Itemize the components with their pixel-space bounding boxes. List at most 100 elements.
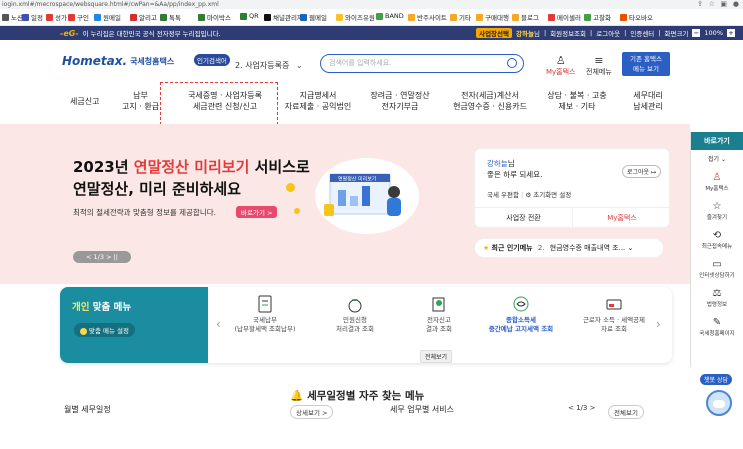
- old-menu-line2: 메뉴 보기: [633, 65, 659, 73]
- nav-sublabel: 납세관리: [633, 102, 663, 111]
- tax-mailbox-link[interactable]: 국세 우편함: [487, 191, 519, 199]
- bookmark-item[interactable]: 원메일: [94, 12, 121, 22]
- quick-item-label: My홈택스: [705, 186, 729, 192]
- zoom-out-button[interactable]: −: [692, 29, 701, 37]
- nav-tax-report[interactable]: 세금신고: [70, 96, 99, 107]
- custom-item-civil-request[interactable]: 민원신청 처리결과 조회: [314, 295, 396, 334]
- logout-link[interactable]: 로그아웃: [596, 28, 620, 38]
- bookmark-icon: [264, 13, 271, 21]
- old-menu-line1: 기존 홈택스: [630, 55, 662, 63]
- mytax-button[interactable]: ♙ My홈택스: [546, 54, 576, 77]
- quick-item-nts-home[interactable]: ✎ 국세청홈페이지: [691, 317, 743, 337]
- nav-e-invoice[interactable]: 전자(세금)계산서 현금영수증 · 신용카드: [442, 90, 538, 112]
- prev-arrow-icon[interactable]: ‹: [216, 317, 221, 331]
- bookmark-label: 일정: [31, 14, 43, 22]
- quick-item-law[interactable]: ⚖ 법령정보: [691, 288, 743, 308]
- bookmark-item[interactable]: 타오바오: [620, 12, 653, 22]
- bookmark-icon: [512, 13, 519, 21]
- search-icon[interactable]: [507, 58, 517, 68]
- nav-payment[interactable]: 납부 고지 · 환급: [122, 90, 159, 112]
- bookmark-item[interactable]: 와이즈유원: [336, 12, 375, 22]
- gov-notice: 이 누리집은 대한민국 공식 전자정부 누리집입니다.: [82, 30, 221, 38]
- quick-item-label: 국세청홈페이지: [699, 331, 735, 337]
- bookmark-item[interactable]: 알리고: [130, 12, 157, 22]
- zoom-in-button[interactable]: +: [727, 29, 735, 37]
- member-info-link[interactable]: 회원정보조회: [550, 28, 586, 38]
- quick-fold-button[interactable]: 접기 ⌄: [691, 154, 743, 163]
- bookmark-item[interactable]: 채널관리자: [264, 12, 303, 22]
- bookmark-item[interactable]: QR: [240, 12, 259, 20]
- bookmark-star-icon[interactable]: ☆: [709, 0, 715, 9]
- quick-item-label: 즐겨찾기: [706, 215, 728, 221]
- bookmark-icon: [476, 13, 483, 21]
- custom-item-e-report[interactable]: 전자신고 결과 조회: [398, 295, 480, 334]
- nav-incentive[interactable]: 장려금 · 연말정산 전자기부금: [362, 90, 438, 112]
- bookmark-item[interactable]: 마이박스: [198, 12, 231, 22]
- bookmark-icon: [620, 13, 627, 21]
- hero-pager[interactable]: < 1/3 > ||: [73, 251, 131, 263]
- search-placeholder: 검색어를 입력하세요.: [329, 59, 392, 67]
- old-menu-button[interactable]: 기존 홈택스 메뉴 보기: [622, 52, 670, 76]
- custom-item-sublabel: (납부할세액 조회납부): [234, 325, 296, 333]
- bookmark-label: 반주사이트: [417, 14, 447, 22]
- nav-consult[interactable]: 상담 · 불복 · 고충 제보 · 기타: [542, 90, 612, 112]
- bookmark-item[interactable]: BAND: [376, 12, 404, 20]
- quick-fold-label: 접기: [708, 156, 720, 163]
- recent-popular-menu[interactable]: ★ 최근 인기메뉴 2. 현금영수증 매출내역 조... ⌄: [474, 238, 664, 258]
- search-input[interactable]: 검색어를 입력하세요.: [320, 54, 524, 73]
- quick-item-recent[interactable]: ⟲ 최근접속메뉴: [691, 230, 743, 250]
- bookmark-item[interactable]: 노션: [2, 12, 23, 22]
- profile-icon[interactable]: ●: [733, 0, 739, 9]
- bookmark-item[interactable]: 블로그: [512, 12, 539, 22]
- browser-url-bar[interactable]: iogin.xml#/mecrospace/websquare.html#/cw…: [0, 0, 743, 9]
- hometax-logo[interactable]: Hometax. 국세청홈택스: [62, 54, 174, 68]
- bookmark-label: 구매대행: [485, 14, 509, 22]
- bookmark-label: 블로그: [521, 14, 539, 22]
- reset-home-link[interactable]: 초기화면 설정: [533, 191, 571, 199]
- custom-item-tax-payment[interactable]: 국세납부 (납부할세액 조회납부): [224, 295, 306, 334]
- money-bag-icon: [348, 299, 362, 313]
- bookmark-icon: [376, 12, 383, 20]
- custom-menu-panel: 개인 맞춤 메뉴 맞춤 메뉴 설정 ‹ › 국세납부 (납부할세액 조회납부) …: [60, 287, 672, 363]
- service-pager[interactable]: < 1/3 >: [568, 404, 595, 412]
- bookmark-item[interactable]: 웹메일: [300, 12, 327, 22]
- bookmark-item[interactable]: 구매대행: [476, 12, 509, 22]
- bookmark-item[interactable]: 기타: [450, 12, 471, 22]
- bookmark-item[interactable]: 메이셀러: [548, 12, 581, 22]
- quick-item-mytax[interactable]: ♙ My홈택스: [691, 172, 743, 192]
- monthly-detail-button[interactable]: 상세보기 >: [290, 405, 334, 419]
- chatbot-button[interactable]: 챗봇 상담: [700, 374, 732, 385]
- extension-icon[interactable]: ▣: [720, 0, 727, 9]
- chatbot-avatar-icon[interactable]: [706, 390, 732, 416]
- bookmark-item[interactable]: 톡톡: [160, 12, 181, 22]
- all-menu-button[interactable]: ≡ 전체메뉴: [586, 54, 612, 77]
- nav-payment-statement[interactable]: 지급명세서 자료제출 · 공익법인: [278, 90, 358, 112]
- business-select-button[interactable]: 사업장선택: [476, 28, 512, 38]
- bookmark-item[interactable]: 성가: [46, 12, 67, 22]
- share-icon[interactable]: ⇪: [697, 0, 703, 9]
- hamburger-icon: ≡: [594, 54, 604, 67]
- bookmark-item[interactable]: 일정: [22, 12, 43, 22]
- nav-agent[interactable]: 세무대리 납세관리: [620, 90, 676, 112]
- auth-center-link[interactable]: 인증센터: [630, 28, 654, 38]
- popular-search-term[interactable]: 2. 사업자등록증 ⌄: [235, 60, 303, 71]
- hero-go-button[interactable]: 바로가기 >: [236, 206, 278, 218]
- bookmark-item[interactable]: 구인: [68, 12, 89, 22]
- bookmark-item[interactable]: 반주사이트: [408, 12, 447, 22]
- logout-button[interactable]: 로그아웃 ↦: [621, 165, 661, 178]
- userbox-mytax-button[interactable]: My홈택스: [573, 207, 671, 227]
- service-title: 세무 업무별 서비스: [390, 405, 454, 414]
- logo-subtext: 국세청홈택스: [130, 56, 175, 66]
- quick-item-consult[interactable]: ▭ 인터넷상담하기: [691, 259, 743, 279]
- custom-menu-setting-button[interactable]: 맞춤 메뉴 설정: [74, 323, 136, 337]
- service-all-button[interactable]: 전체보기: [608, 405, 644, 419]
- custom-item-income-tax[interactable]: 종합소득세 중간예납 고지세액 조회: [480, 295, 562, 334]
- url-text: iogin.xml#/mecrospace/websquare.html#/cw…: [2, 1, 219, 8]
- quick-item-favorites[interactable]: ☆ 즐겨찾기: [691, 201, 743, 221]
- bookmark-item[interactable]: 고찰화: [584, 12, 611, 22]
- switch-business-button[interactable]: 사업장 전환: [475, 207, 573, 227]
- custom-all-view-button[interactable]: 전체보기: [420, 350, 453, 363]
- home-edit-icon: ✎: [712, 317, 722, 328]
- userbox-greet: 좋은 하루 되세요.: [487, 170, 543, 179]
- custom-item-worker-deduction[interactable]: 근로자 소득 · 세액공제 자료 조회: [570, 295, 658, 334]
